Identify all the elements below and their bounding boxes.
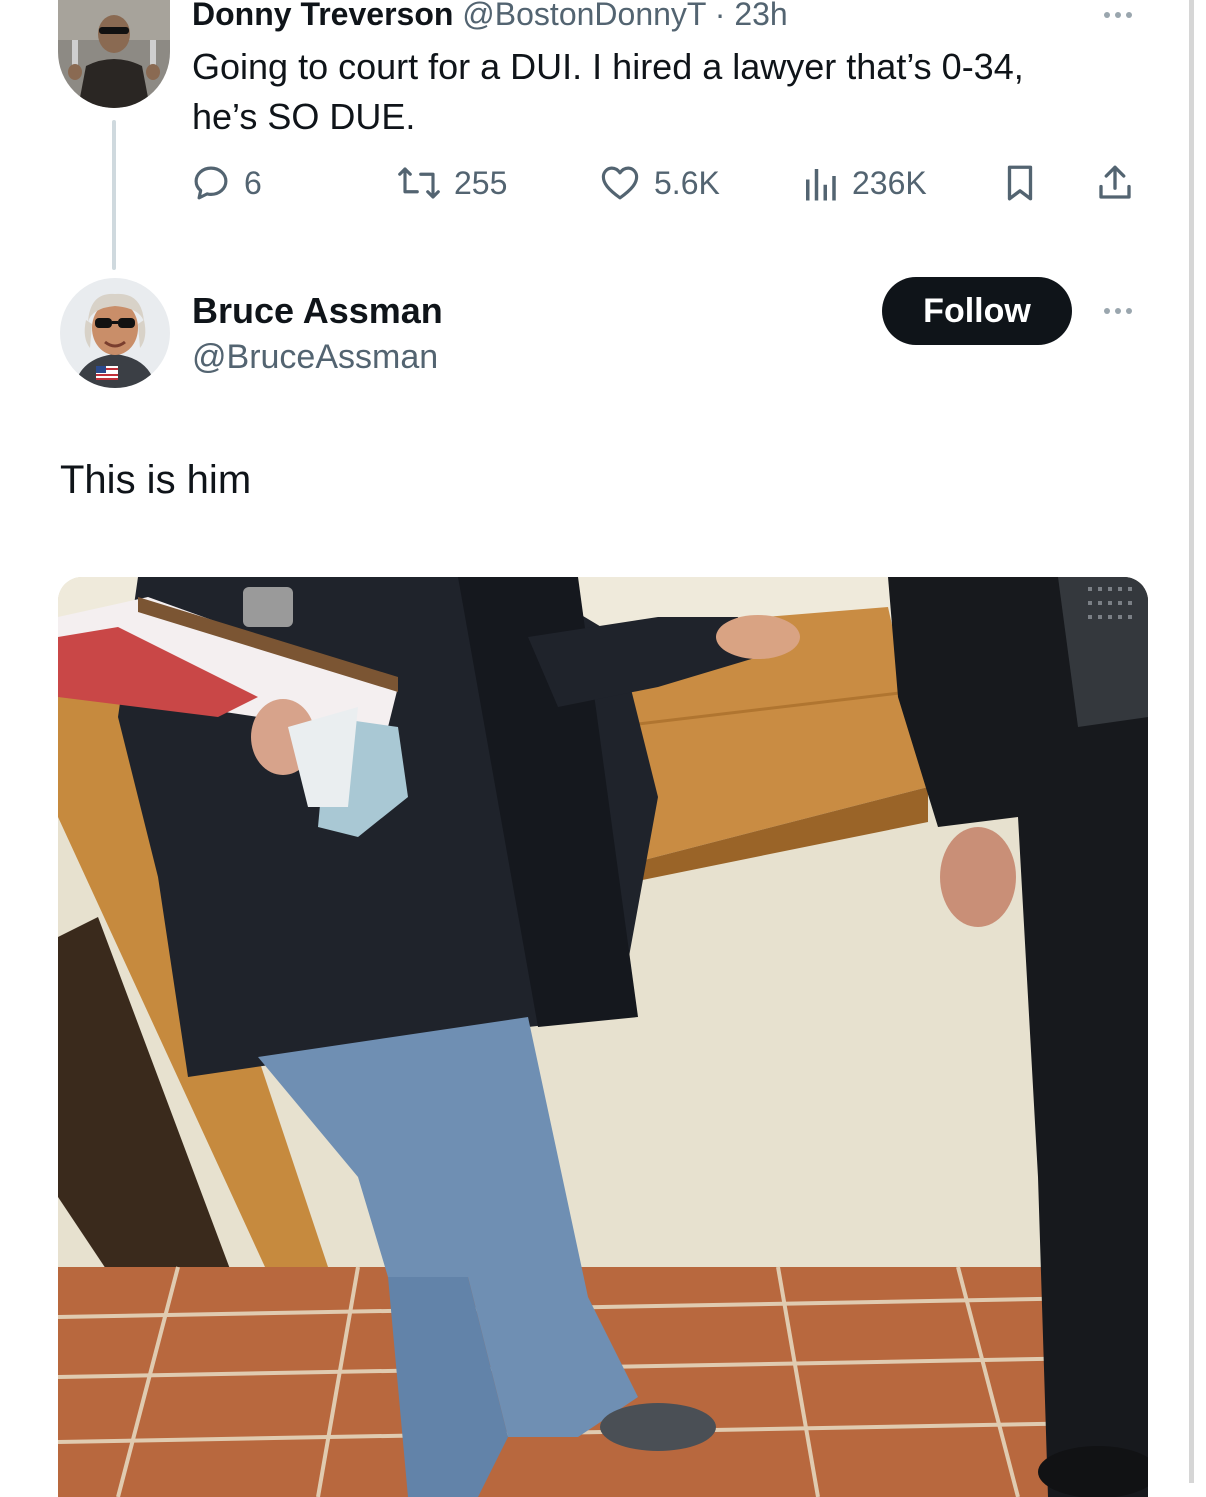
reply-count: 6 (244, 164, 262, 201)
repost-count: 255 (454, 164, 508, 201)
views-count: 236K (852, 164, 927, 201)
more-dots-icon[interactable] (1104, 308, 1132, 314)
bruce-avatar[interactable] (60, 278, 170, 388)
thread-connector-line (112, 120, 116, 270)
bar-chart-icon (806, 169, 836, 201)
like-count: 5.6K (654, 164, 720, 201)
bookmark-button[interactable] (1002, 162, 1038, 204)
bruce-display-name[interactable]: Bruce Assman (192, 290, 443, 332)
tweet-photo[interactable] (58, 577, 1148, 1497)
heart-icon (601, 166, 639, 200)
handle[interactable]: @BostonDonnyT (462, 0, 706, 32)
share-upload-icon (1099, 165, 1131, 199)
like-button[interactable]: 5.6K (598, 162, 720, 204)
donny-display-name[interactable]: Donny Treverson @BostonDonnyT · 23h (192, 0, 788, 33)
tweet-text-line-2: he’s SO DUE. (192, 96, 416, 137)
display-name-text[interactable]: Donny Treverson (192, 0, 453, 32)
share-button[interactable] (1094, 162, 1136, 204)
tweet-text: Going to court for a DUI. I hired a lawy… (192, 42, 1024, 142)
more-dots-icon[interactable] (1104, 12, 1132, 18)
speech-bubble-icon (194, 166, 228, 200)
views-button[interactable]: 236K (800, 162, 927, 204)
tweet-actions: 6 255 5.6K 236K (190, 162, 1150, 210)
timestamp[interactable]: 23h (734, 0, 787, 32)
repost-button[interactable]: 255 (396, 162, 507, 204)
reply-text: This is him (60, 458, 252, 502)
bookmark-icon (1007, 165, 1033, 201)
bruce-handle[interactable]: @BruceAssman (192, 338, 438, 377)
repost-arrows-icon (398, 167, 440, 199)
donny-avatar[interactable] (58, 0, 170, 108)
right-border (1189, 0, 1194, 1483)
tweet-text-line-1: Going to court for a DUI. I hired a lawy… (192, 46, 1024, 87)
separator: · (714, 0, 726, 32)
reply-button[interactable]: 6 (190, 162, 262, 204)
follow-button[interactable]: Follow (882, 277, 1072, 345)
